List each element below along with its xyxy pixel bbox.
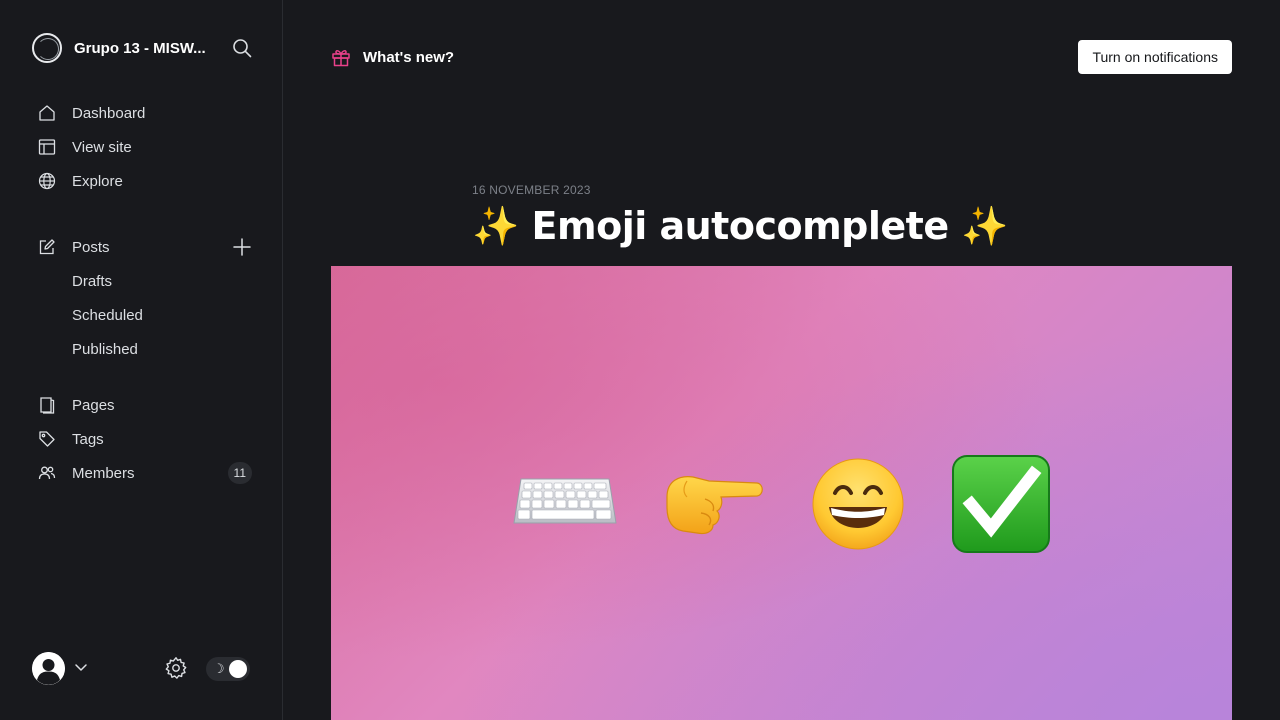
sidebar-footer: ☽ <box>32 650 252 686</box>
page-icon <box>37 395 57 415</box>
search-icon[interactable] <box>232 38 252 58</box>
home-icon <box>37 103 57 123</box>
sidebar-item-label: Pages <box>72 396 115 414</box>
pointing-right-icon <box>666 476 763 535</box>
gear-icon[interactable] <box>164 656 188 680</box>
turn-on-notifications-button[interactable]: Turn on notifications <box>1078 40 1232 74</box>
sidebar-item-pages[interactable]: Pages <box>32 388 252 422</box>
post-feature-image <box>331 266 1232 720</box>
sidebar-item-label: Tags <box>72 430 104 448</box>
sidebar-item-label: Dashboard <box>72 104 146 122</box>
grinning-face-icon <box>812 458 904 550</box>
sidebar-item-published[interactable]: Published <box>32 332 252 366</box>
sidebar-item-drafts[interactable]: Drafts <box>32 264 252 298</box>
post-date: 16 NOVEMBER 2023 <box>472 183 591 197</box>
sidebar-item-view-site[interactable]: View site <box>32 130 252 164</box>
sidebar-item-posts[interactable]: Posts <box>32 230 252 264</box>
whats-new-title: What's new? <box>363 48 455 66</box>
toggle-knob <box>229 660 247 678</box>
check-mark-icon <box>952 455 1050 553</box>
site-title: Grupo 13 - MISW... <box>74 39 206 57</box>
sidebar: Grupo 13 - MISW... Dashboard View site E… <box>0 0 283 720</box>
layout-icon <box>37 137 57 157</box>
sidebar-item-members[interactable]: Members 11 <box>32 456 252 490</box>
whats-new-header: What's new? <box>331 45 454 69</box>
chevron-down-icon[interactable] <box>74 660 88 674</box>
sidebar-item-label: Explore <box>72 172 123 190</box>
post-title: ✨ Emoji autocomplete ✨ <box>472 204 1009 248</box>
sidebar-item-dashboard[interactable]: Dashboard <box>32 96 252 130</box>
gift-icon <box>332 50 350 67</box>
sidebar-item-label: Members <box>72 464 135 482</box>
sidebar-item-scheduled[interactable]: Scheduled <box>32 298 252 332</box>
sidebar-item-explore[interactable]: Explore <box>32 164 252 198</box>
secondary-nav: Pages Tags Members 11 <box>32 388 252 490</box>
brand[interactable]: Grupo 13 - MISW... <box>32 32 252 64</box>
main-content: What's new? Turn on notifications 16 NOV… <box>283 0 1280 720</box>
members-count-badge: 11 <box>227 462 252 484</box>
dark-mode-toggle[interactable]: ☽ <box>206 657 250 681</box>
site-logo-icon <box>32 33 62 63</box>
members-icon <box>37 463 57 483</box>
sidebar-item-label: Scheduled <box>72 306 143 324</box>
keyboard-icon <box>513 478 617 524</box>
globe-icon <box>37 171 57 191</box>
sidebar-item-label: Posts <box>72 238 110 256</box>
new-post-plus-icon[interactable] <box>232 237 252 257</box>
hero-emoji-row <box>511 449 1056 559</box>
user-avatar[interactable] <box>32 652 65 685</box>
sidebar-item-tags[interactable]: Tags <box>32 422 252 456</box>
moon-icon: ☽ <box>213 661 225 676</box>
sidebar-item-label: View site <box>72 138 132 156</box>
edit-icon <box>37 237 57 257</box>
primary-nav: Dashboard View site Explore <box>32 96 252 198</box>
sidebar-item-label: Published <box>72 340 138 358</box>
sidebar-item-label: Drafts <box>72 272 113 290</box>
tag-icon <box>37 429 57 449</box>
posts-nav: Posts Drafts Scheduled Published <box>32 230 252 366</box>
